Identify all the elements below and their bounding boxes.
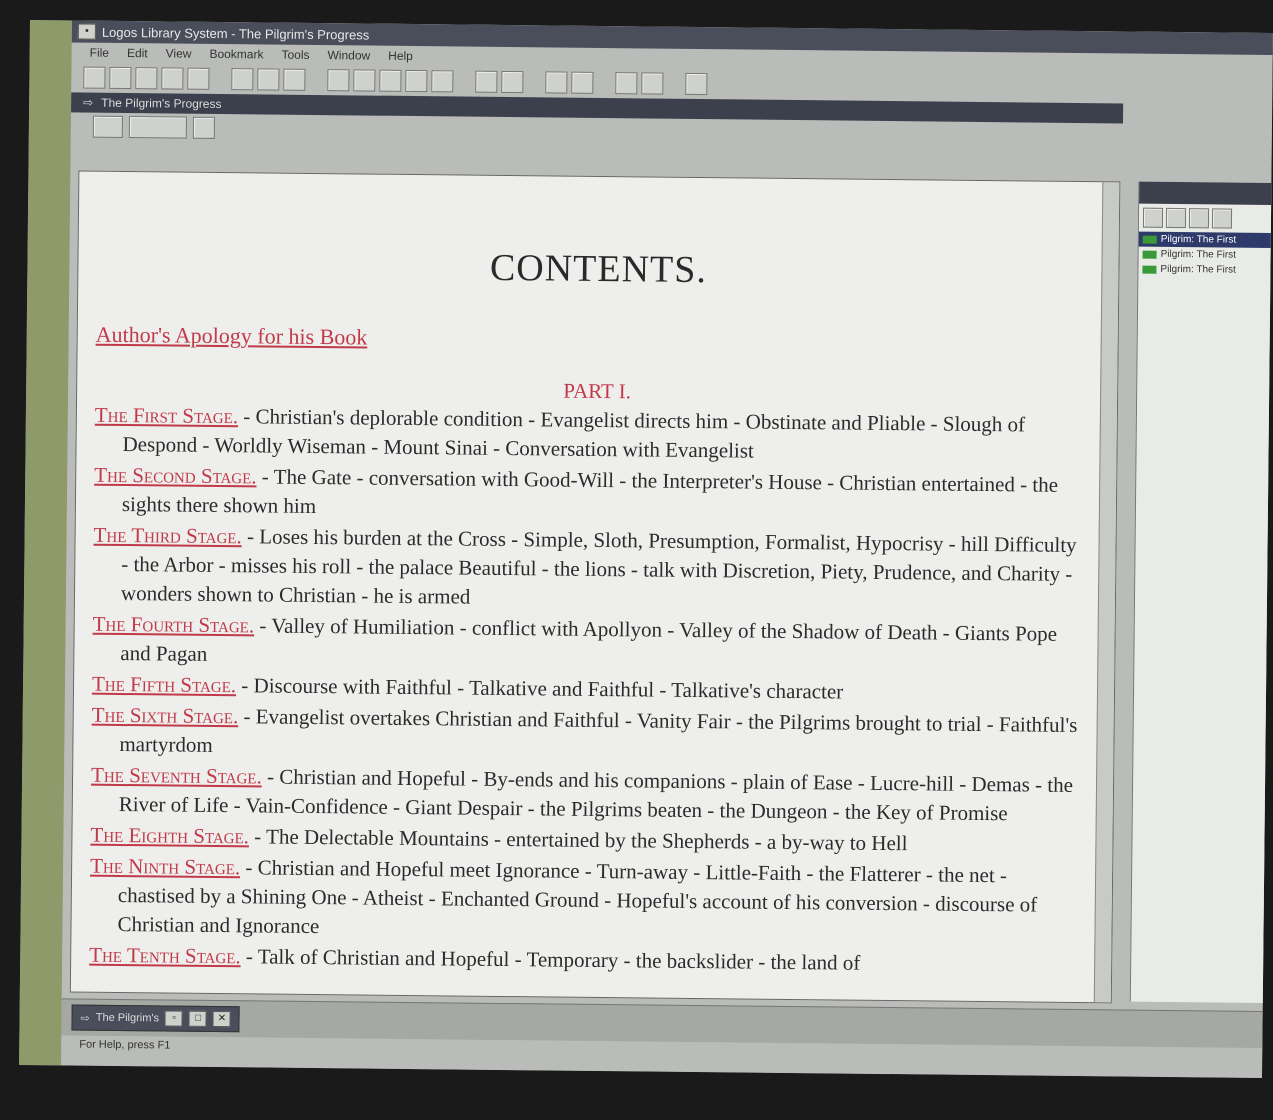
pane-back-icon[interactable] <box>1165 207 1187 229</box>
font-smaller-icon[interactable] <box>571 71 594 94</box>
open-icon[interactable] <box>109 66 132 90</box>
right-pane: Pilgrim: The First Pilgrim: The First Pi… <box>1129 181 1273 1004</box>
new-icon[interactable] <box>83 66 106 89</box>
menu-view[interactable]: View <box>166 46 192 60</box>
undo-icon[interactable] <box>475 70 498 93</box>
right-pane-header <box>1139 181 1273 206</box>
entry-text: - Loses his burden at the Cross - Simple… <box>120 524 1077 609</box>
entry-text: - Christian and Hopeful - By-ends and hi… <box>118 764 1074 826</box>
info-icon[interactable] <box>353 69 376 92</box>
task-label: The Pilgrim's <box>95 1011 160 1025</box>
maximize-icon[interactable]: □ <box>188 1010 208 1027</box>
entry-text: - Talk of Christian and Hopeful - Tempor… <box>240 944 861 975</box>
stage-link[interactable]: The Second Stage. <box>94 463 257 489</box>
entry-text: - Valley of Humiliation - conflict with … <box>120 613 1058 666</box>
window-title: Logos Library System - The Pilgrim's Pro… <box>101 24 370 43</box>
paste-icon[interactable] <box>283 68 306 91</box>
entry-text: - Christian and Hopeful meet Ignorance -… <box>117 855 1038 939</box>
entry-text: - The Delectable Mountains - entertained… <box>248 824 908 856</box>
toc-entry: The First Stage. - Christian's deplorabl… <box>94 401 1087 469</box>
stage-link[interactable]: The Eighth Stage. <box>90 823 249 849</box>
menu-help[interactable]: Help <box>388 49 413 63</box>
contents-icon[interactable] <box>92 115 124 138</box>
stage-link[interactable]: The Seventh Stage. <box>91 763 262 789</box>
tile-icon[interactable] <box>615 72 638 95</box>
stage-link[interactable]: The Fourth Stage. <box>93 612 255 638</box>
monitor-screen: ▪ Logos Library System - The Pilgrim's P… <box>19 20 1273 1078</box>
stage-link[interactable]: The Ninth Stage. <box>90 854 240 880</box>
restore-icon[interactable]: ▫ <box>164 1010 184 1027</box>
pane-list-item[interactable]: Pilgrim: The First <box>1138 262 1273 278</box>
copy-icon[interactable] <box>257 68 280 91</box>
pane-list-item[interactable]: Pilgrim: The First <box>1139 247 1273 263</box>
toc-entry: The Fourth Stage. - Valley of Humiliatio… <box>92 610 1085 678</box>
list-icon[interactable] <box>431 70 454 93</box>
toc-entry: The Sixth Stage. - Evangelist overtakes … <box>91 701 1084 769</box>
app-icon[interactable]: ▪ <box>77 23 96 40</box>
task-icon: ⇨ <box>80 1012 90 1025</box>
menu-window[interactable]: Window <box>327 48 370 62</box>
page-icon[interactable] <box>192 116 215 139</box>
back-forward-icon[interactable] <box>128 116 187 139</box>
status-bar: For Help, press F1 <box>79 1038 171 1052</box>
item-marker-icon <box>1142 250 1157 259</box>
pane-list-item[interactable]: Pilgrim: The First <box>1138 231 1273 249</box>
stage-link[interactable]: The Tenth Stage. <box>89 943 241 969</box>
toc-entry: The Seventh Stage. - Christian and Hopef… <box>91 761 1084 829</box>
menu-bookmark[interactable]: Bookmark <box>209 47 263 62</box>
close-icon[interactable]: ✕ <box>212 1010 232 1028</box>
contents-heading: CONTENTS. <box>489 246 708 292</box>
print-icon[interactable] <box>187 67 210 90</box>
right-pane-toolbar <box>1139 204 1273 233</box>
pane-up-icon[interactable] <box>1188 208 1210 229</box>
entry-text: - Evangelist overtakes Christian and Fai… <box>119 704 1078 757</box>
stage-link[interactable]: The Sixth Stage. <box>92 703 239 729</box>
stage-link[interactable]: The Third Stage. <box>93 523 241 549</box>
toc-entry: The Third Stage. - Loses his burden at t… <box>93 521 1086 618</box>
menu-tools[interactable]: Tools <box>281 48 309 62</box>
redo-icon[interactable] <box>501 70 524 94</box>
minimized-task[interactable]: ⇨ The Pilgrim's ▫ □ ✕ <box>71 1004 241 1033</box>
pane-book-icon[interactable] <box>1142 207 1164 228</box>
save-icon[interactable] <box>135 67 158 90</box>
pane-down-icon[interactable] <box>1211 208 1233 229</box>
go-icon[interactable] <box>379 69 402 92</box>
search-icon[interactable] <box>327 69 350 92</box>
stage-link[interactable]: The Fifth Stage. <box>92 672 236 698</box>
toc-entry: The Ninth Stage. - Christian and Hopeful… <box>89 852 1082 949</box>
document-title: The Pilgrim's Progress <box>101 95 222 112</box>
entry-text: - Discourse with Faithful - Talkative an… <box>235 673 844 704</box>
entry-text: - The Gate - conversation with Good-Will… <box>121 464 1059 519</box>
entry-text: - Christian's deplorable condition - Eva… <box>122 404 1026 463</box>
toc-entry: The Second Stage. - The Gate - conversat… <box>94 461 1087 529</box>
pen-icon[interactable] <box>405 69 428 93</box>
menu-edit[interactable]: Edit <box>127 46 148 60</box>
document-content: CONTENTS. Author's Apology for his Book … <box>69 170 1121 1004</box>
cut-icon[interactable] <box>231 68 254 91</box>
apology-link[interactable]: Author's Apology for his Book <box>96 322 1118 359</box>
stage-link[interactable]: The First Stage. <box>95 403 238 428</box>
edit-icon[interactable] <box>161 67 184 90</box>
item-marker-icon <box>1142 265 1157 274</box>
cascade-icon[interactable] <box>641 72 664 95</box>
help-icon[interactable] <box>685 72 708 96</box>
menu-file[interactable]: File <box>90 46 109 60</box>
font-larger-icon[interactable] <box>545 71 568 94</box>
item-marker-icon <box>1142 235 1157 244</box>
doc-icon: ⇨ <box>83 95 94 110</box>
